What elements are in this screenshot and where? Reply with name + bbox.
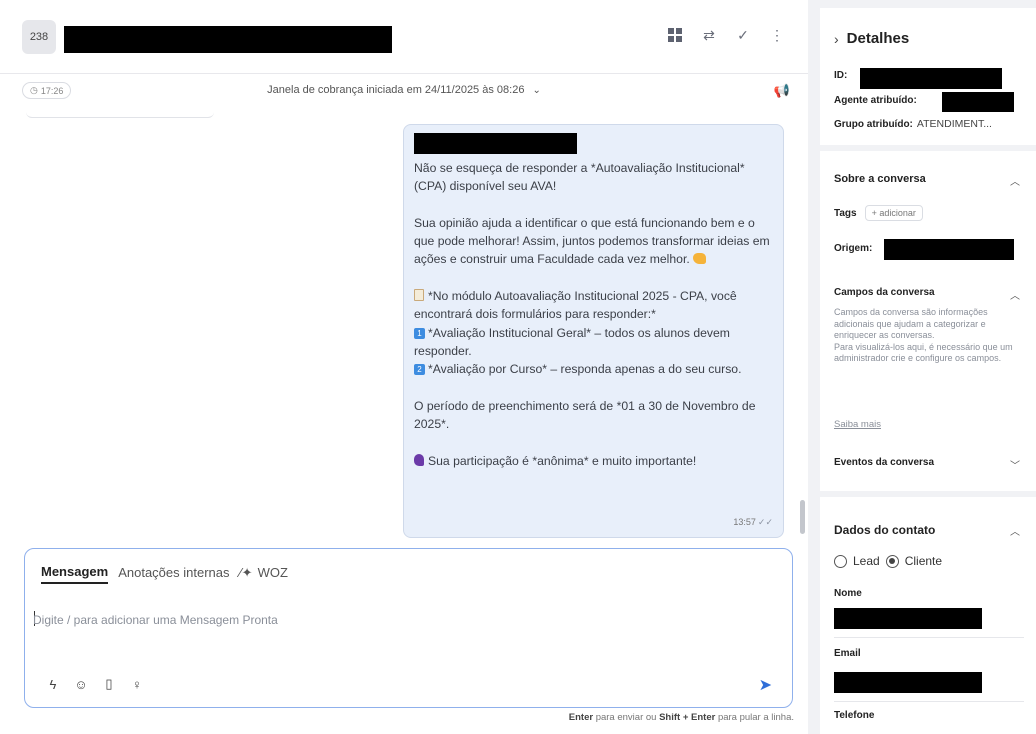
name-value-redacted bbox=[834, 608, 982, 629]
chevron-right-icon[interactable]: › bbox=[834, 31, 839, 47]
details-id-row: ID: bbox=[834, 70, 848, 81]
message-timestamp: 13:57 ✓✓ bbox=[733, 516, 773, 527]
conversation-fields-title[interactable]: Campos da conversa bbox=[834, 287, 935, 298]
contact-name-redacted bbox=[64, 26, 392, 53]
outgoing-message-bubble[interactable]: Não se esqueça de responder a *Autoavali… bbox=[403, 124, 784, 538]
message-composer: Mensagem Anotações internas ⁄✦ WOZ ϟ ☺ ▯… bbox=[24, 548, 793, 708]
previous-message-edge bbox=[26, 110, 214, 118]
tab-woz[interactable]: ⁄✦ WOZ bbox=[240, 565, 288, 584]
chat-header: 238 ⇄ ✓ ⋮ bbox=[0, 0, 808, 74]
email-value-redacted bbox=[834, 672, 982, 693]
details-agent-row: Agente atribuído: bbox=[834, 95, 917, 106]
phone-label: Telefone bbox=[834, 710, 875, 721]
origin-value-redacted bbox=[884, 239, 1014, 260]
clipboard-emoji-icon bbox=[414, 289, 424, 302]
add-tag-button[interactable]: + adicionar bbox=[864, 205, 923, 221]
message-list[interactable]: Não se esqueça de responder a *Autoavali… bbox=[0, 110, 808, 546]
chevron-up-icon[interactable]: ︿ bbox=[1010, 173, 1020, 188]
lead-radio-label: Lead bbox=[853, 554, 880, 568]
details-group-row: Grupo atribuído: ATENDIMENT... bbox=[834, 118, 992, 130]
lightning-icon[interactable]: ϟ bbox=[45, 677, 61, 692]
agent-value-redacted bbox=[942, 92, 1014, 112]
magic-wand-icon: ⁄✦ bbox=[239, 564, 253, 580]
composer-tabs: Mensagem Anotações internas ⁄✦ WOZ bbox=[41, 564, 288, 584]
check-icon[interactable]: ✓ bbox=[734, 26, 752, 44]
billing-window-label: Janela de cobrança iniciada em 24/11/202… bbox=[267, 84, 525, 96]
message-paragraph: *No módulo Autoavaliação Institucional 2… bbox=[414, 289, 742, 377]
chevron-up-icon[interactable]: ︿ bbox=[1010, 523, 1020, 538]
tab-message[interactable]: Mensagem bbox=[41, 564, 109, 584]
message-paragraph: Não se esqueça de responder a *Autoavali… bbox=[414, 161, 745, 194]
attachment-icon[interactable]: ▯ bbox=[101, 676, 117, 692]
details-card: › Detalhes ID: Agente atribuído: Grupo a… bbox=[820, 8, 1036, 145]
megaphone-icon[interactable]: 📢 bbox=[774, 83, 790, 99]
keycap-two-emoji-icon: 2 bbox=[414, 364, 425, 376]
composer-toolbar: ϟ ☺ ▯ ♀ bbox=[45, 676, 145, 692]
message-list-scrollbar[interactable] bbox=[800, 500, 805, 534]
conversation-number-badge[interactable]: 238 bbox=[22, 20, 56, 54]
transfer-icon[interactable]: ⇄ bbox=[700, 26, 718, 44]
contact-type-radio-group: Lead Cliente bbox=[834, 554, 942, 568]
send-icon[interactable]: ➤ bbox=[759, 675, 772, 695]
keyboard-hint: Enter para enviar ou Shift + Enter para … bbox=[568, 712, 794, 723]
more-vert-icon[interactable]: ⋮ bbox=[768, 26, 786, 44]
chevron-down-icon[interactable]: ﹀ bbox=[1010, 457, 1020, 472]
details-title[interactable]: › Detalhes bbox=[834, 30, 909, 47]
keycap-one-emoji-icon: 1 bbox=[414, 327, 425, 339]
message-paragraph: O período de preenchimento será de *01 a… bbox=[414, 398, 756, 432]
emoji-icon[interactable]: ☺ bbox=[73, 677, 89, 692]
chevron-up-icon[interactable]: ︿ bbox=[1010, 287, 1020, 302]
contact-data-card: Dados do contato ︿ Lead Cliente Nome Ema… bbox=[820, 497, 1036, 734]
origin-row: Origem: bbox=[834, 243, 873, 254]
double-check-icon: ✓✓ bbox=[757, 516, 773, 527]
message-input[interactable] bbox=[33, 609, 773, 631]
id-value-redacted bbox=[860, 68, 1002, 89]
name-label: Nome bbox=[834, 588, 862, 599]
about-conversation-card: Sobre a conversa ︿ Tags + adicionar Orig… bbox=[820, 151, 1036, 491]
flexed-biceps-emoji-icon bbox=[692, 253, 706, 265]
email-label: Email bbox=[834, 648, 861, 659]
speaking-head-emoji-icon bbox=[414, 453, 424, 466]
microphone-icon[interactable]: ♀ bbox=[129, 677, 145, 692]
tags-row: Tags + adicionar bbox=[834, 205, 923, 221]
chevron-down-icon[interactable]: ⌄ bbox=[532, 85, 540, 96]
message-paragraph: Sua opinião ajuda a identificar o que es… bbox=[414, 215, 770, 267]
billing-window-text[interactable]: Janela de cobrança iniciada em 24/11/202… bbox=[0, 84, 808, 96]
message-sender-redacted bbox=[414, 133, 577, 154]
details-panel: › Detalhes ID: Agente atribuído: Grupo a… bbox=[820, 0, 1036, 734]
client-radio-label: Cliente bbox=[904, 554, 943, 568]
conversation-events-title[interactable]: Eventos da conversa bbox=[834, 457, 934, 468]
divider bbox=[834, 701, 1024, 702]
about-conversation-title[interactable]: Sobre a conversa bbox=[834, 173, 926, 185]
chat-panel: 238 ⇄ ✓ ⋮ ◷ 17:26 Janela de cobrança ini… bbox=[0, 0, 808, 734]
contact-data-title[interactable]: Dados do contato bbox=[834, 523, 935, 537]
tab-internal-notes[interactable]: Anotações internas bbox=[118, 565, 229, 583]
tab-woz-label: WOZ bbox=[257, 565, 288, 580]
grid-icon[interactable] bbox=[666, 26, 684, 44]
header-actions: ⇄ ✓ ⋮ bbox=[666, 26, 786, 44]
client-radio[interactable] bbox=[885, 554, 899, 568]
message-paragraph: Sua participação é *anônima* e muito imp… bbox=[414, 452, 772, 470]
divider bbox=[834, 637, 1024, 638]
conversation-fields-description: Campos da conversa são informações adici… bbox=[834, 307, 1013, 364]
lead-radio[interactable] bbox=[834, 554, 847, 568]
learn-more-link[interactable]: Saiba mais bbox=[834, 419, 881, 430]
billing-window-bar: ◷ 17:26 Janela de cobrança iniciada em 2… bbox=[0, 74, 808, 110]
